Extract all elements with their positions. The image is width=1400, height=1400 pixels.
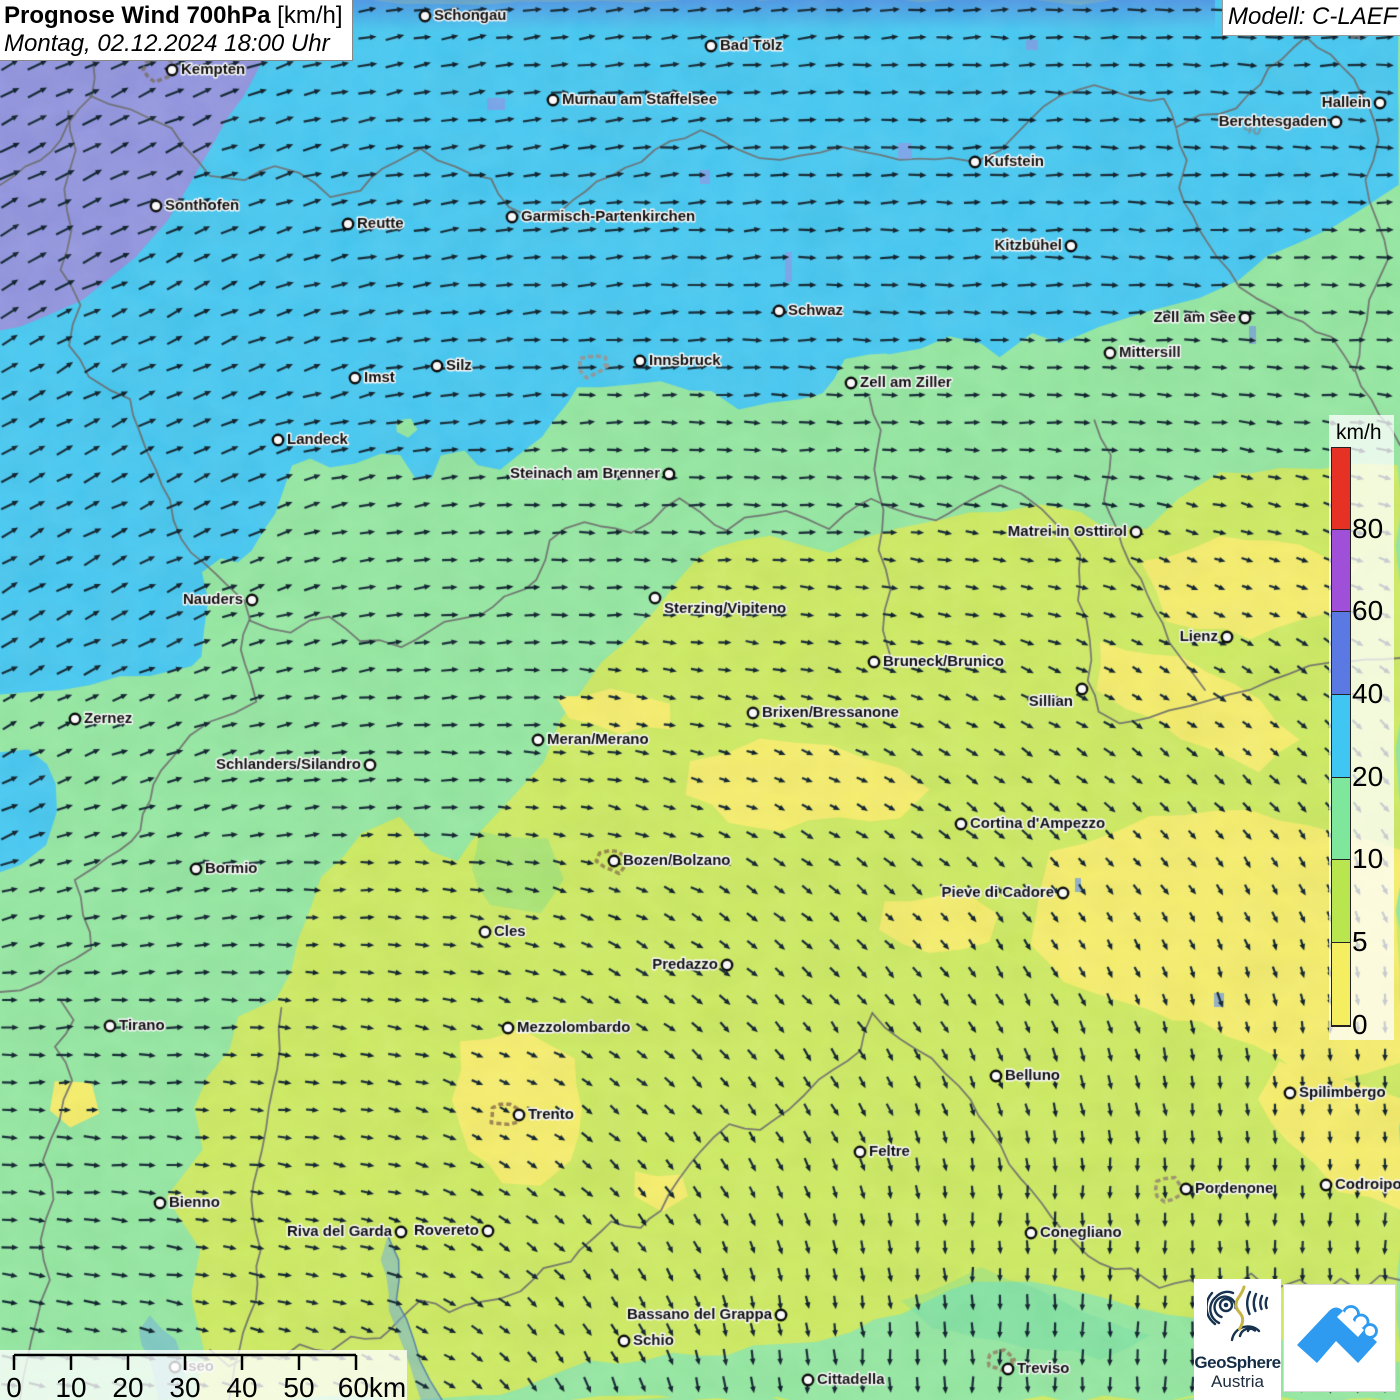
svg-text:40: 40: [226, 1372, 257, 1400]
svg-text:30: 30: [169, 1372, 200, 1400]
svg-text:0: 0: [6, 1372, 22, 1400]
svg-text:10: 10: [55, 1372, 86, 1400]
svg-text:20: 20: [112, 1372, 143, 1400]
svg-text:50: 50: [283, 1372, 314, 1400]
svg-text:60km: 60km: [338, 1372, 406, 1400]
